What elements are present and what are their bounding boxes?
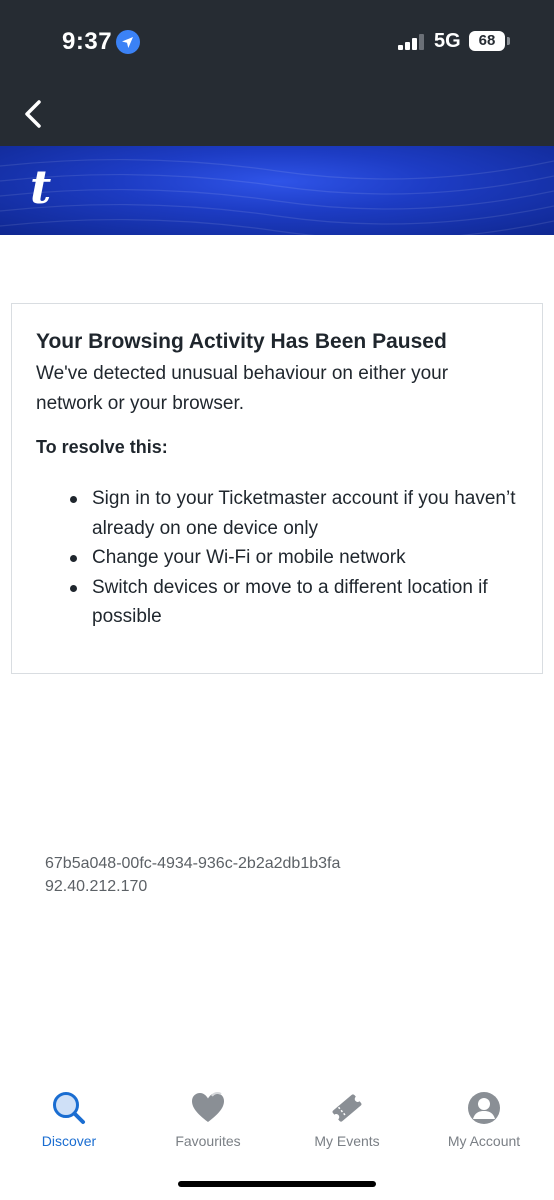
location-arrow-icon — [116, 30, 140, 54]
bottom-tab-bar: Discover Favourites My Events My Account — [0, 1080, 554, 1160]
banner-pattern — [0, 158, 554, 235]
ticketmaster-logo: t — [30, 160, 52, 214]
ip-address: 92.40.212.170 — [45, 878, 148, 895]
home-indicator — [178, 1181, 376, 1187]
list-item: Switch devices or move to a different lo… — [70, 573, 532, 632]
tab-label: Discover — [41, 1133, 97, 1149]
message-title: Your Browsing Activity Has Been Paused — [36, 330, 447, 353]
signal-icon — [398, 34, 426, 50]
tab-my-events[interactable]: My Events — [287, 1080, 407, 1156]
tab-favourites[interactable]: Favourites — [148, 1080, 268, 1156]
tab-label: Favourites — [175, 1133, 241, 1149]
resolve-steps-list: Sign in to your Ticketmaster account if … — [70, 484, 532, 632]
tab-my-account[interactable]: My Account — [424, 1080, 544, 1156]
network-type: 5G — [434, 30, 461, 52]
battery-icon: 68 — [469, 31, 505, 51]
list-item: Sign in to your Ticketmaster account if … — [70, 484, 532, 543]
battery-level: 68 — [478, 32, 496, 49]
tab-label: My Events — [314, 1133, 380, 1149]
back-button[interactable] — [14, 94, 54, 134]
tab-discover[interactable]: Discover — [9, 1080, 129, 1156]
battery-nub — [507, 37, 510, 45]
paused-message-card: Your Browsing Activity Has Been Paused W… — [11, 303, 543, 674]
user-icon — [468, 1092, 500, 1124]
reference-id: 67b5a048-00fc-4934-936c-2b2a2db1b3fa — [45, 855, 341, 872]
search-icon — [53, 1092, 85, 1124]
app-header: 9:37 5G 68 — [0, 0, 554, 146]
list-item: Change your Wi-Fi or mobile network — [70, 543, 532, 573]
resolve-heading: To resolve this: — [36, 437, 168, 457]
heart-icon — [192, 1091, 224, 1122]
reference-info: 67b5a048-00fc-4934-936c-2b2a2db1b3fa 92.… — [45, 852, 340, 898]
message-description: We've detected unusual behaviour on eith… — [36, 363, 449, 414]
ticket-icon — [332, 1094, 362, 1122]
chevron-left-icon — [25, 100, 41, 128]
tab-label: My Account — [447, 1133, 521, 1149]
status-time: 9:37 — [62, 28, 113, 55]
brand-banner: t — [0, 146, 554, 235]
